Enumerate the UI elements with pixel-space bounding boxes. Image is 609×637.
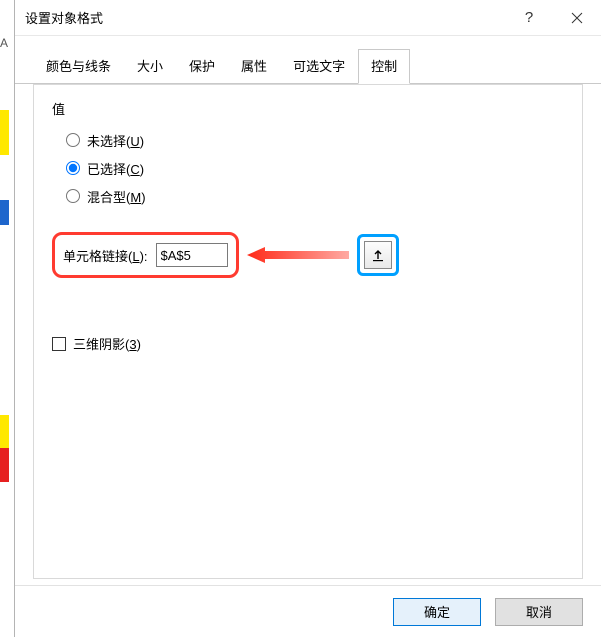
tab-colors-lines[interactable]: 颜色与线条 [33,49,124,84]
titlebar: 设置对象格式 ? [15,0,601,36]
cell-link-input[interactable] [156,243,228,267]
bg-column-letter: A [0,36,8,50]
tab-protection[interactable]: 保护 [176,49,228,84]
help-button[interactable]: ? [505,0,553,36]
ok-button[interactable]: 确定 [393,598,481,626]
cancel-button[interactable]: 取消 [495,598,583,626]
annotation-arrow [247,245,349,265]
format-object-dialog: 设置对象格式 ? 颜色与线条 大小 保护 属性 可选文字 控制 值 未选择(U)… [14,0,601,637]
close-button[interactable] [553,0,601,36]
cell-link-label: 单元格链接(L): [63,246,148,265]
tab-properties[interactable]: 属性 [228,49,280,84]
control-tab-panel: 值 未选择(U) 已选择(C) 混合型(M) 单元格链接(L): [33,84,583,579]
tab-strip: 颜色与线条 大小 保护 属性 可选文字 控制 [15,36,601,84]
shadow-checkbox[interactable]: 三维阴影(3) [52,334,564,353]
radio-mixed[interactable]: 混合型(M) [66,182,564,210]
radio-checked[interactable]: 已选择(C) [66,154,564,182]
tab-size[interactable]: 大小 [124,49,176,84]
checkbox-icon [52,337,66,351]
tab-alt-text[interactable]: 可选文字 [280,49,358,84]
dialog-title: 设置对象格式 [25,8,505,27]
dialog-footer: 确定 取消 [15,585,601,637]
radio-unchecked[interactable]: 未选择(U) [66,126,564,154]
tab-control[interactable]: 控制 [358,49,410,84]
value-group-label: 值 [52,99,564,118]
range-picker-button[interactable] [364,241,392,269]
cell-link-highlight: 单元格链接(L): [52,232,239,278]
collapse-dialog-icon [371,248,385,262]
range-picker-highlight [357,234,399,276]
